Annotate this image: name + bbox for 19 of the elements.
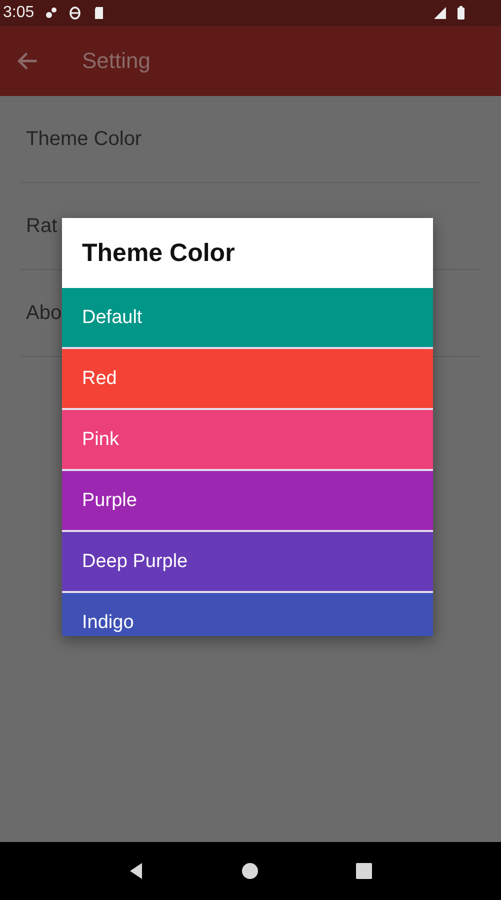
signal-icon <box>433 6 447 20</box>
app-bar-title: Setting <box>82 48 150 74</box>
clock: 3:05 <box>3 4 34 22</box>
dialog-title: Theme Color <box>82 238 235 268</box>
battery-icon <box>457 5 465 21</box>
setting-label[interactable]: Theme Color <box>26 128 142 150</box>
color-option[interactable]: Red <box>62 349 433 408</box>
color-option[interactable]: Deep Purple <box>62 532 433 591</box>
notification-icon <box>44 6 58 20</box>
home-icon[interactable] <box>240 861 260 881</box>
notification-icon <box>68 6 82 20</box>
color-option[interactable]: Pink <box>62 410 433 469</box>
color-option[interactable]: Indigo <box>62 593 433 636</box>
color-option[interactable]: Default <box>62 288 433 347</box>
setting-label[interactable]: Rat <box>26 214 58 238</box>
setting-label[interactable]: Abo <box>26 302 62 324</box>
recents-icon[interactable] <box>354 861 374 881</box>
back-arrow-icon[interactable] <box>17 50 39 72</box>
color-option[interactable]: Purple <box>62 471 433 530</box>
